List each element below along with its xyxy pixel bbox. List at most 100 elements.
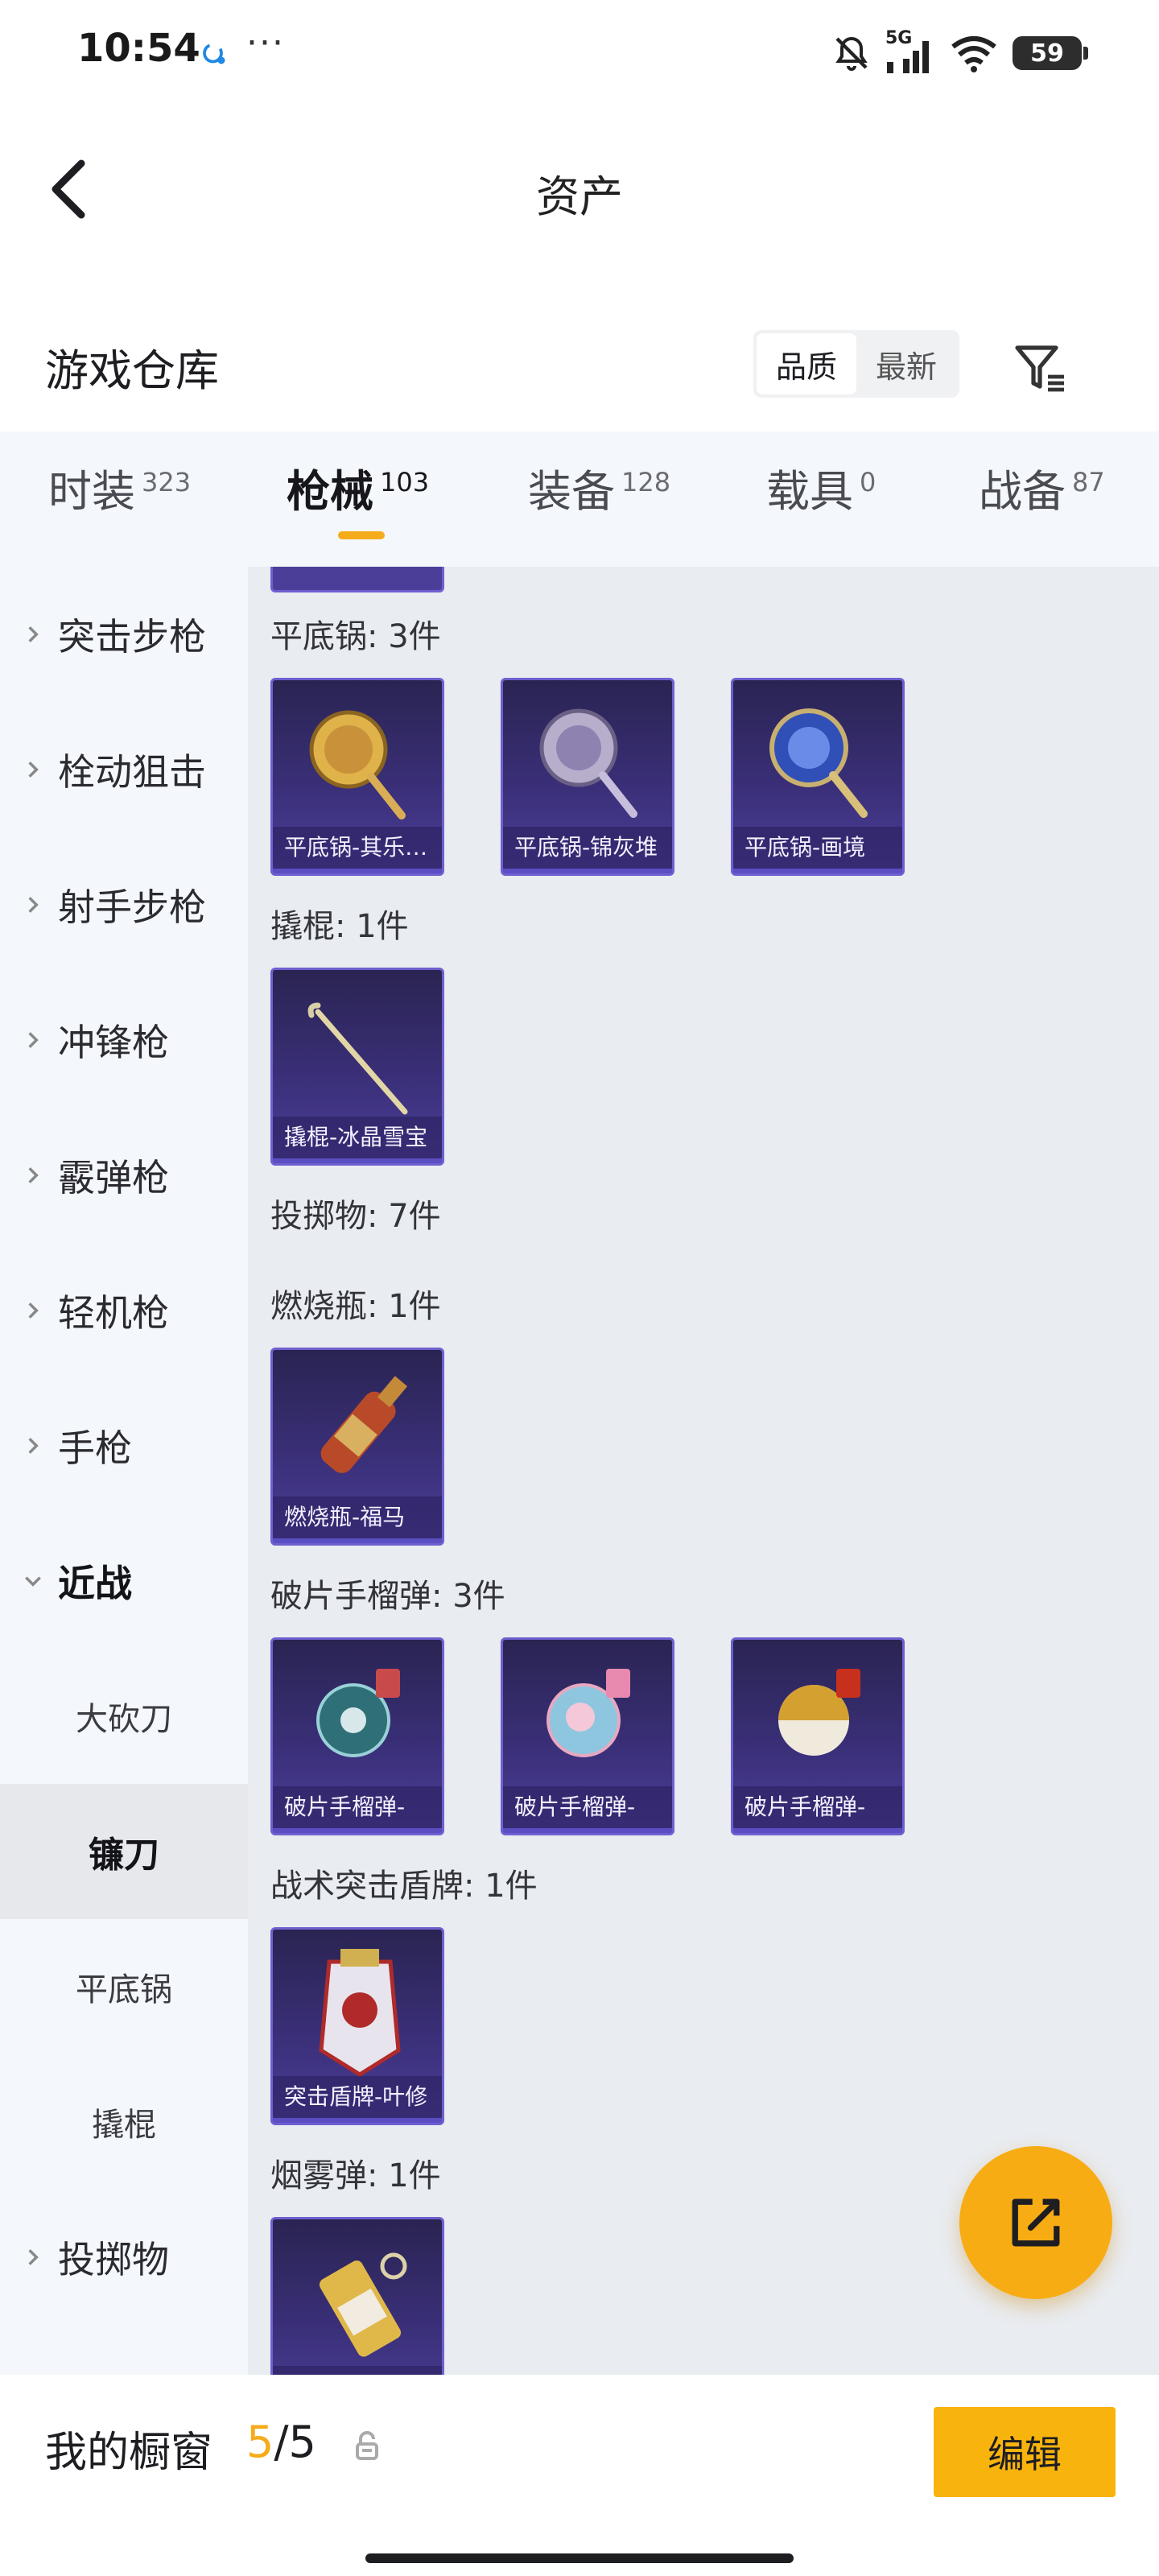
- chevron-down-icon: [25, 1576, 41, 1587]
- edit-button[interactable]: 编辑: [934, 2407, 1116, 2497]
- showcase-count-total: /5: [274, 2417, 316, 2467]
- sidebar-item-label: 撬棍: [92, 2107, 156, 2144]
- item-card-partial[interactable]: [270, 567, 444, 592]
- sidebar-item-label: 手枪: [58, 1426, 132, 1470]
- sort-quality-option[interactable]: 品质: [757, 333, 856, 394]
- page-title: 资产: [536, 171, 623, 222]
- lock-icon: [356, 2431, 378, 2460]
- item-card[interactable]: 燃烧瓶-福马: [270, 1348, 444, 1546]
- item-card[interactable]: 撬棍-冰晶雪宝: [270, 968, 444, 1166]
- showcase-count-current: 5: [246, 2417, 274, 2467]
- sidebar-item-marksman-rifle[interactable]: 射手步枪: [0, 837, 248, 972]
- filter-button[interactable]: [1008, 335, 1072, 399]
- signal-icon: 5G: [885, 28, 935, 73]
- showcase-bar: 我的橱窗 5/5 编辑: [0, 2375, 1159, 2576]
- active-tab-indicator: [338, 531, 385, 539]
- more-dots: ···: [246, 23, 285, 64]
- sidebar-item-label: 大砍刀: [76, 1701, 172, 1738]
- tab-count: 103: [380, 467, 430, 497]
- sidebar-item-label: 近战: [58, 1562, 132, 1605]
- tab-fashion[interactable]: 时装 323: [48, 464, 191, 536]
- section-label: 战术突击盾牌: 1件: [270, 1868, 538, 1905]
- tab-vehicles[interactable]: 载具 0: [766, 464, 876, 536]
- item-card[interactable]: 平底锅-其乐融融: [270, 678, 444, 876]
- wifi-icon: [951, 36, 996, 72]
- tab-supplies[interactable]: 战备 87: [979, 464, 1105, 536]
- item-card[interactable]: 破片手榴弹-: [501, 1637, 674, 1835]
- item-card[interactable]: 平底锅-画境: [731, 678, 905, 876]
- status-icons: 5G 59: [832, 28, 1088, 77]
- sidebar-item-lmg[interactable]: 轻机枪: [0, 1243, 248, 1378]
- status-time: 10:54: [77, 26, 200, 71]
- sidebar-item-label: 霰弹枪: [58, 1156, 169, 1199]
- status-bar: 10:54 ··· 5G 59: [0, 0, 1159, 105]
- sidebar-item-label: 射手步枪: [58, 886, 206, 929]
- tab-label: 枪械: [287, 466, 373, 517]
- pan-icon: [769, 708, 868, 818]
- chevron-right-icon: [28, 1032, 39, 1048]
- sidebar-item-throwables[interactable]: 投掷物: [0, 2190, 248, 2325]
- filter-icon: [1015, 345, 1064, 392]
- item-card[interactable]: 破片手榴弹-: [270, 1637, 444, 1835]
- item-name: 燃烧瓶-福马: [273, 1496, 442, 1538]
- bell-muted-icon: [835, 36, 868, 71]
- item-card[interactable]: 突击盾牌-叶修: [270, 1927, 444, 2125]
- tab-guns[interactable]: 枪械 103: [287, 464, 429, 536]
- tab-label: 载具: [766, 466, 853, 517]
- sidebar-item-label: 投掷物: [58, 2238, 169, 2281]
- sidebar-item-bolt-sniper[interactable]: 栓动狙击: [0, 702, 248, 837]
- tab-label: 战备: [979, 466, 1066, 517]
- sidebar-subitem-machete[interactable]: 大砍刀: [0, 1649, 248, 1784]
- chevron-right-icon: [28, 1167, 39, 1183]
- item-card[interactable]: 破片手榴弹-: [731, 1637, 905, 1835]
- showcase-title: 我的橱窗: [45, 2429, 213, 2477]
- sidebar-item-melee[interactable]: 近战: [0, 1513, 248, 1649]
- warehouse-row: 游戏仓库 品质 最新: [0, 314, 1159, 411]
- sidebar-item-label: 冲锋枪: [58, 1021, 169, 1064]
- tab-count: 87: [1072, 467, 1105, 497]
- chevron-right-icon: [28, 2249, 39, 2265]
- share-fab-button[interactable]: [959, 2146, 1112, 2299]
- category-sidebar: 突击步枪 栓动狙击 射手步枪 冲锋枪 霰弹枪 轻机枪 手枪 近战 大砍刀 镰刀 …: [0, 567, 248, 2375]
- chevron-right-icon: [28, 1438, 39, 1454]
- tab-label: 时装: [48, 466, 135, 517]
- grenade-icon: [547, 1669, 630, 1757]
- chevron-right-icon: [28, 762, 39, 778]
- sidebar-subitem-crowbar[interactable]: 撬棍: [0, 2054, 248, 2190]
- pan-icon: [539, 708, 637, 818]
- grenade-icon: [778, 1669, 860, 1756]
- section-label: 破片手榴弹: 3件: [270, 1578, 505, 1615]
- top-nav: 资产: [0, 129, 1159, 250]
- sort-newest-option[interactable]: 最新: [856, 333, 956, 394]
- sidebar-item-shotgun[interactable]: 霰弹枪: [0, 1108, 248, 1243]
- sidebar-item-assault-rifle[interactable]: 突击步枪: [0, 567, 248, 702]
- tab-equipment[interactable]: 装备 128: [528, 464, 670, 536]
- tab-count: 0: [860, 467, 876, 497]
- sidebar-subitem-sickle[interactable]: 镰刀: [0, 1784, 248, 1919]
- share-external-icon: [1012, 2198, 1060, 2247]
- chevron-right-icon: [28, 897, 39, 913]
- home-indicator[interactable]: [365, 2553, 794, 2563]
- section-label: 平底锅: 3件: [270, 618, 441, 655]
- item-name: 破片手榴弹-: [733, 1786, 902, 1828]
- tab-count: 323: [142, 467, 192, 497]
- item-card[interactable]: 平底锅-锦灰堆: [501, 678, 674, 876]
- sidebar-subitem-pan[interactable]: 平底锅: [0, 1919, 248, 2054]
- item-card[interactable]: [270, 2217, 444, 2375]
- molotov-icon: [320, 1376, 408, 1473]
- section-label: 燃烧瓶: 1件: [270, 1288, 441, 1325]
- smoke-grenade-icon: [319, 2252, 407, 2357]
- sync-icon: [203, 43, 225, 64]
- sidebar-item-pistol[interactable]: 手枪: [0, 1378, 248, 1513]
- item-name: [273, 2366, 442, 2375]
- shield-icon: [319, 1949, 401, 2077]
- pan-icon: [309, 710, 406, 819]
- item-name: 平底锅-画境: [733, 827, 902, 869]
- sidebar-item-label: 突击步枪: [58, 615, 206, 658]
- item-name: 破片手榴弹-: [503, 1786, 672, 1828]
- section-label: 烟雾弹: 1件: [270, 2157, 441, 2194]
- sidebar-item-label: 栓动狙击: [58, 750, 206, 794]
- item-name: 撬棍-冰晶雪宝: [273, 1117, 442, 1158]
- sidebar-item-smg[interactable]: 冲锋枪: [0, 972, 248, 1108]
- tab-label: 装备: [528, 466, 615, 517]
